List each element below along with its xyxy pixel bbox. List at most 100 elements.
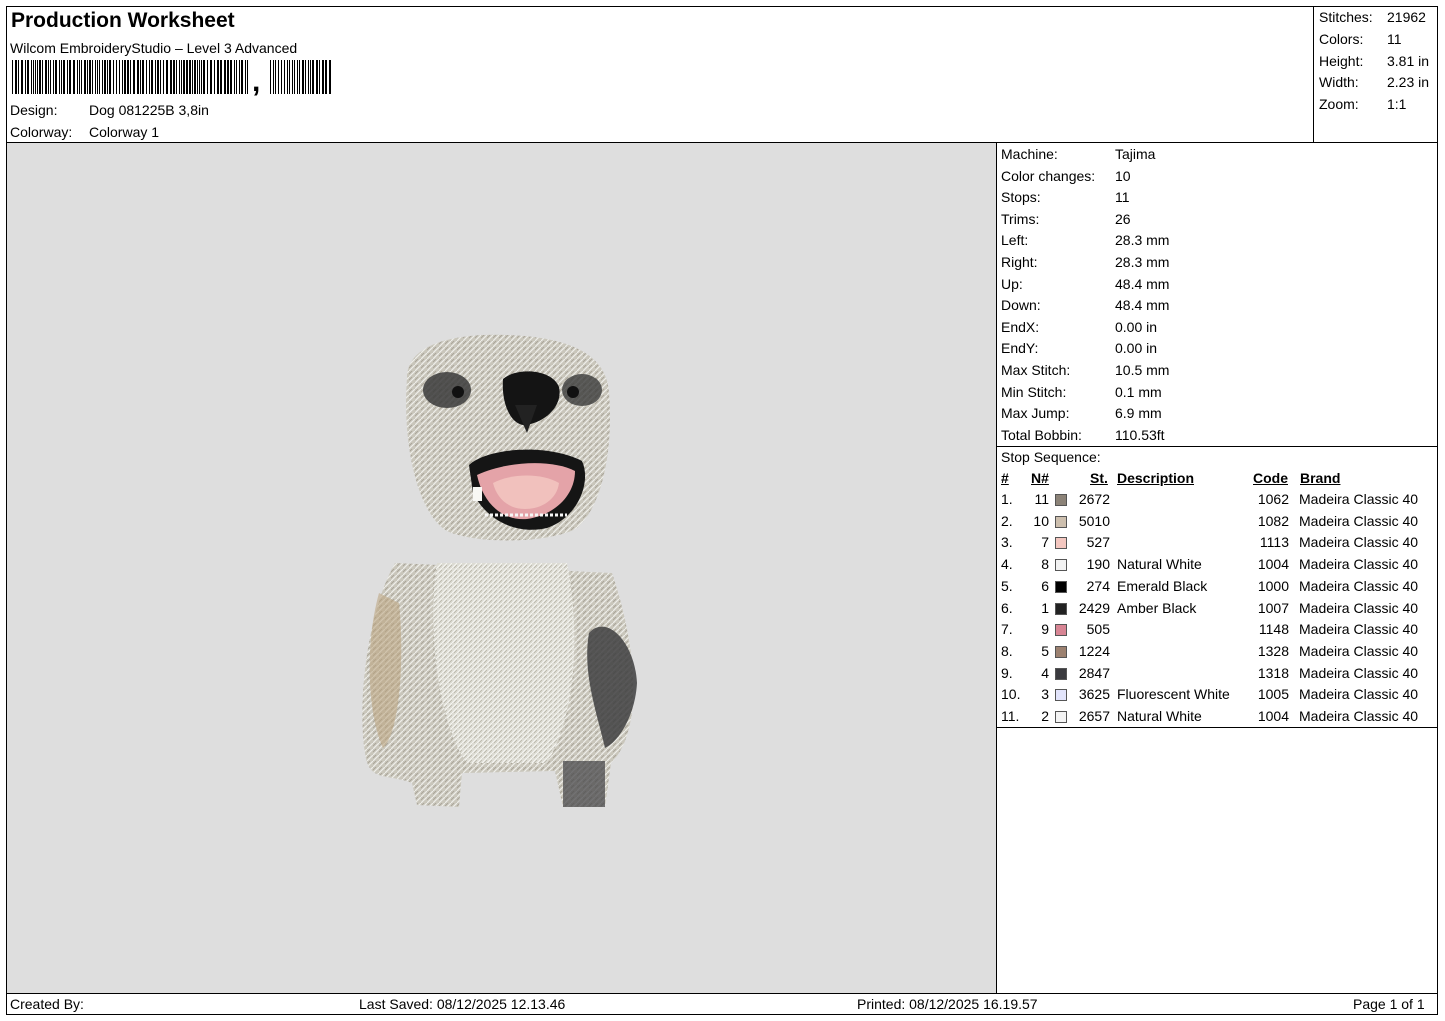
stop-sequence-row: 11. 2 2657 Natural White 1004 Madeira Classic… xyxy=(997,708,1437,729)
barcode-bar xyxy=(181,60,182,94)
needle-number: 4 xyxy=(1041,664,1049,681)
page-title: Production Worksheet xyxy=(11,9,235,32)
barcode-bar xyxy=(322,60,324,94)
stop-sequence-row: 10. 3 3625 Fluorescent White 1005 Madeira Cla… xyxy=(997,686,1437,707)
barcode-bar xyxy=(194,60,196,94)
barcode-bar xyxy=(15,60,17,94)
thread-code: 1005 xyxy=(1257,686,1289,703)
barcode-bar xyxy=(149,60,150,94)
info-row: Total Bobbin: 110.53ft xyxy=(1001,427,1165,448)
stitch-count: 1224 xyxy=(1078,642,1110,659)
barcode-bar xyxy=(45,60,47,94)
printed-date: Printed: 08/12/2025 16.19.57 xyxy=(857,996,1038,1012)
info-label: Total Bobbin: xyxy=(1001,426,1082,443)
thread-brand: Madeira Classic 40 xyxy=(1299,534,1419,551)
info-label: EndY: xyxy=(1001,340,1039,357)
barcode-bar xyxy=(160,60,161,94)
colorway-value: Colorway 1 xyxy=(89,124,160,140)
col-header-brand: Brand xyxy=(1300,470,1341,486)
worksheet-footer: Created By: Last Saved: 08/12/2025 12.13… xyxy=(7,994,1437,1014)
barcode-bar xyxy=(84,60,86,94)
thread-brand: Madeira Classic 40 xyxy=(1299,708,1419,724)
info-row: Max Stitch: 10.5 mm xyxy=(1001,362,1169,383)
color-swatch xyxy=(1055,515,1067,528)
thread-description: Fluorescent White xyxy=(1117,686,1230,703)
barcode-bar xyxy=(316,60,318,94)
barcode-bar xyxy=(81,60,82,94)
machine-info-panel: Machine: Tajima Color changes: 10 Stops: 11 Tr… xyxy=(997,143,1437,993)
barcode-bar xyxy=(173,60,175,94)
thread-code: 1004 xyxy=(1257,708,1289,724)
barcode-bar xyxy=(310,60,311,94)
thread-brand: Madeira Classic 40 xyxy=(1299,491,1419,507)
needle-number: 11 xyxy=(1034,491,1049,507)
thread-description: Amber Black xyxy=(1117,599,1197,616)
design-stats-box: Stitches: 21962 Colors: 11 Height: 3.81 in … xyxy=(1313,7,1437,142)
barcode-bar xyxy=(99,60,100,94)
barcode-bar xyxy=(37,60,38,94)
barcode-bar xyxy=(270,60,271,94)
worksheet-header: Production Worksheet Wilcom EmbroiderySt… xyxy=(7,7,1313,142)
info-label: Min Stitch: xyxy=(1001,383,1067,400)
barcode-bar xyxy=(77,60,78,94)
barcode-bar xyxy=(220,60,222,94)
colorway-row: Colorway: Colorway 1 xyxy=(10,124,159,140)
stitch-count: 2672 xyxy=(1078,491,1110,507)
color-swatch xyxy=(1055,494,1067,506)
last-saved: Last Saved: 08/12/2025 12.13.46 xyxy=(359,996,566,1012)
row-index: 9. xyxy=(1001,664,1013,681)
barcode-comma: , xyxy=(252,65,261,98)
info-row: Max Jump: 6.9 mm xyxy=(1001,405,1162,426)
barcode-bar xyxy=(308,60,309,94)
barcode-bar xyxy=(133,60,135,94)
barcode-bar xyxy=(31,60,32,94)
thread-code: 1000 xyxy=(1257,577,1289,594)
page-number: Page 1 of 1 xyxy=(1353,996,1425,1012)
row-index: 8. xyxy=(1001,642,1013,659)
color-swatch xyxy=(1055,689,1067,702)
barcode-bar xyxy=(107,60,108,94)
info-row: Min Stitch: 0.1 mm xyxy=(1001,384,1162,405)
info-value: 0.00 in xyxy=(1115,340,1158,357)
thread-code: 1318 xyxy=(1257,664,1289,681)
barcode-bar xyxy=(12,60,13,94)
barcode-bar xyxy=(302,60,304,94)
info-row: Machine: Tajima xyxy=(1001,146,1155,167)
col-header-stitches: St. xyxy=(1090,470,1108,486)
barcode-bar xyxy=(48,60,49,94)
barcode-bar xyxy=(157,60,159,94)
barcode-bar xyxy=(109,60,111,94)
needle-number: 10 xyxy=(1033,512,1049,529)
info-value: 28.3 mm xyxy=(1115,232,1170,249)
thread-code: 1328 xyxy=(1257,642,1289,659)
color-swatch xyxy=(1055,559,1067,572)
barcode-bar xyxy=(146,60,147,94)
thread-description: Natural White xyxy=(1117,708,1202,724)
barcode-bar xyxy=(155,60,156,94)
barcode-bar xyxy=(151,60,153,94)
stitch-count: 2847 xyxy=(1078,664,1110,681)
info-value: 48.4 mm xyxy=(1115,275,1170,292)
barcode-bar xyxy=(289,60,290,94)
barcode-bar xyxy=(227,60,229,94)
color-swatch xyxy=(1055,602,1067,615)
info-row: Right: 28.3 mm xyxy=(1001,254,1169,275)
info-divider xyxy=(997,446,1437,447)
thread-description: Natural White xyxy=(1117,556,1202,573)
barcode-bar xyxy=(116,60,117,94)
needle-number: 3 xyxy=(1041,686,1049,703)
color-swatch xyxy=(1055,711,1067,723)
barcode-bar xyxy=(179,60,180,94)
info-value: 48.4 mm xyxy=(1115,297,1170,314)
thread-brand: Madeira Classic 40 xyxy=(1299,577,1419,594)
barcode-bar xyxy=(281,60,282,94)
stat-height: Height: 3.81 in xyxy=(1319,53,1430,69)
barcode-bar xyxy=(189,60,191,94)
barcode-bar xyxy=(236,60,237,94)
stat-stitches: Stitches: 21962 xyxy=(1319,9,1426,25)
barcode-bar xyxy=(53,60,54,94)
stop-sequence-row: 3. 7 527 1113 Madeira Classic 40 xyxy=(997,534,1437,555)
barcode-bar xyxy=(142,60,144,94)
thread-brand: Madeira Classic 40 xyxy=(1299,686,1419,703)
stop-sequence-title: Stop Sequence: xyxy=(1001,449,1101,465)
